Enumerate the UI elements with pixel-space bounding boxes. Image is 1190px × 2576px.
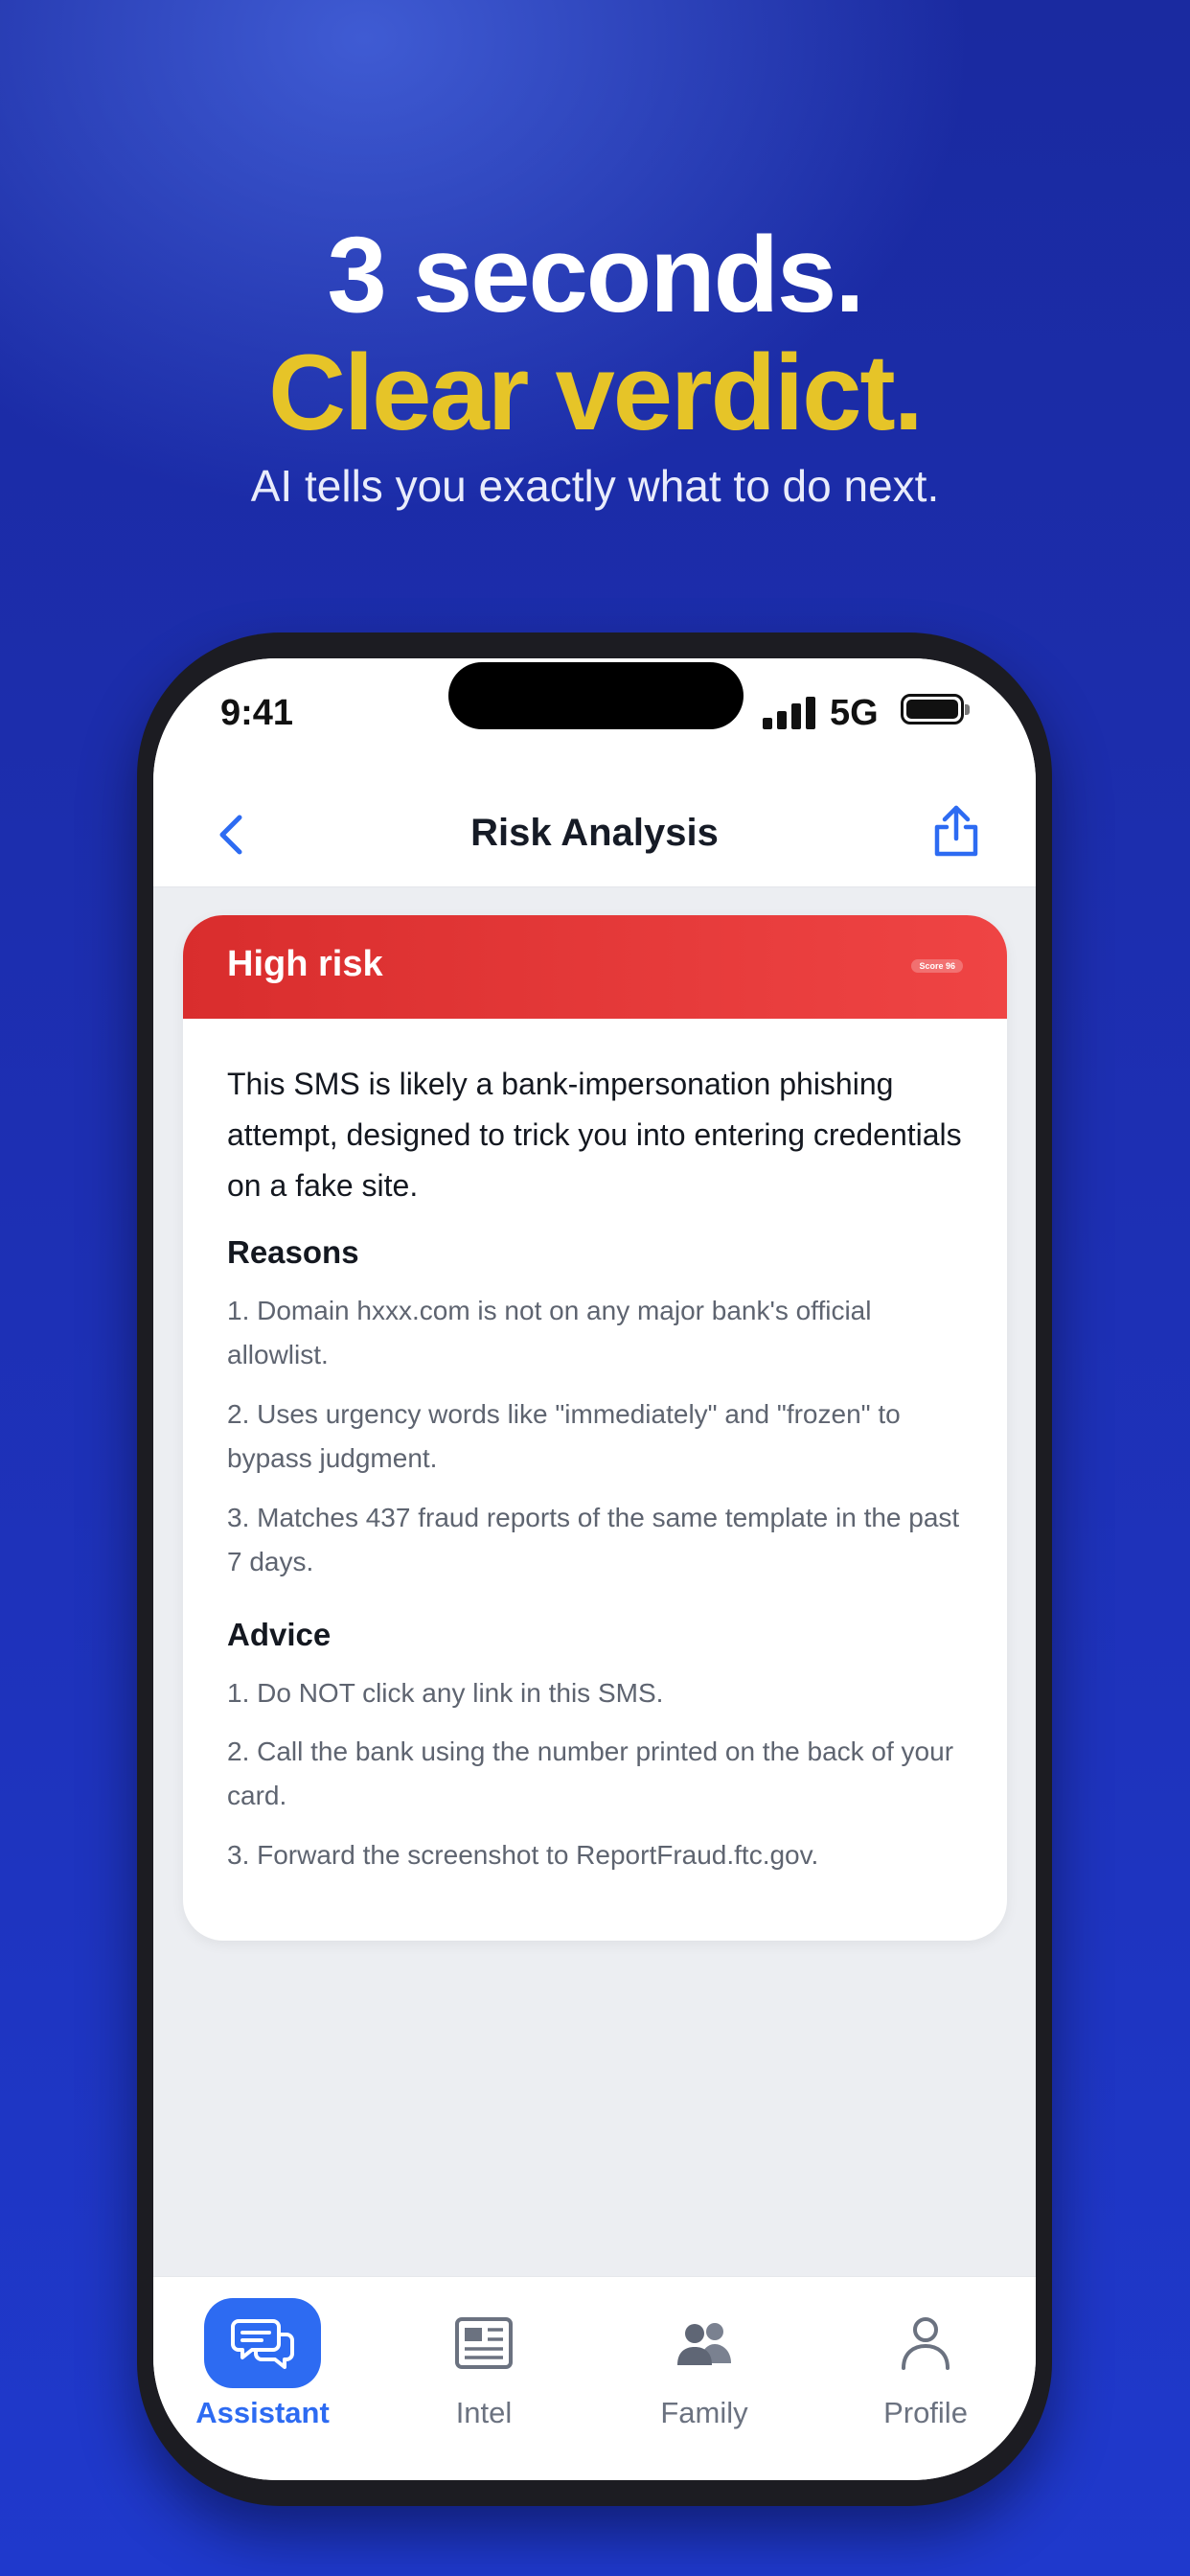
people-icon [677,2323,731,2365]
person-icon [902,2317,950,2370]
newspaper-icon [455,2317,513,2369]
chat-bubbles-icon [231,2319,294,2369]
phone-frame: 9:41 5G Risk Analysis High risk Score 96… [137,632,1052,2506]
advice-item: 3. Forward the screenshot to ReportFraud… [227,1840,819,1870]
advice-heading: Advice [227,1617,332,1652]
battery-icon [901,694,970,724]
page-title: Risk Analysis [470,812,719,854]
share-icon[interactable] [929,802,983,860]
hero-subtitle: AI tells you exactly what to do next. [250,461,940,511]
tab-bar: Assistant Intel Family Profile [153,2276,1036,2480]
advice-item: 1. Do NOT click any link in this SMS. [227,1678,664,1708]
tab-label: Family [660,2396,748,2429]
reason-item: 1. Domain hxxx.com is not on any major b… [227,1296,872,1369]
risk-level-label: High risk [227,944,383,984]
network-type: 5G [830,693,879,733]
tab-profile[interactable]: Profile [839,2298,1012,2451]
tab-icon-container [646,2298,763,2388]
dynamic-island [448,662,744,729]
tab-icon-container [425,2298,542,2388]
tab-label: Intel [455,2396,513,2429]
risk-summary: This SMS is likely a bank-impersonation … [227,1067,962,1203]
navigation-bar: Risk Analysis [153,773,1036,887]
tab-label: Assistant [195,2396,330,2429]
signal-icon [763,693,818,729]
reason-item: 2. Uses urgency words like "immediately"… [227,1399,901,1473]
status-bar: 9:41 5G [153,658,1036,773]
tab-family[interactable]: Family [618,2298,790,2451]
hero-title-line-1: 3 seconds. [327,215,865,334]
tab-icon-container [867,2298,984,2388]
advice-item: 2. Call the bank using the number printe… [227,1736,954,1810]
phone-screen: 9:41 5G Risk Analysis High risk Score 96… [153,658,1036,2480]
tab-assistant[interactable]: Assistant [176,2298,349,2451]
tab-intel[interactable]: Intel [398,2298,570,2451]
risk-card: High risk Score 96 This SMS is likely a … [183,915,1007,1941]
tab-label: Profile [883,2396,968,2429]
tab-icon-container [204,2298,321,2388]
reason-item: 3. Matches 437 fraud reports of the same… [227,1503,960,1576]
risk-header: High risk Score 96 [183,915,1007,1019]
reasons-heading: Reasons [227,1234,359,1270]
hero-title-line-2: Clear verdict. [268,333,924,452]
status-time: 9:41 [220,693,294,733]
score-badge: Score 96 [911,959,963,973]
